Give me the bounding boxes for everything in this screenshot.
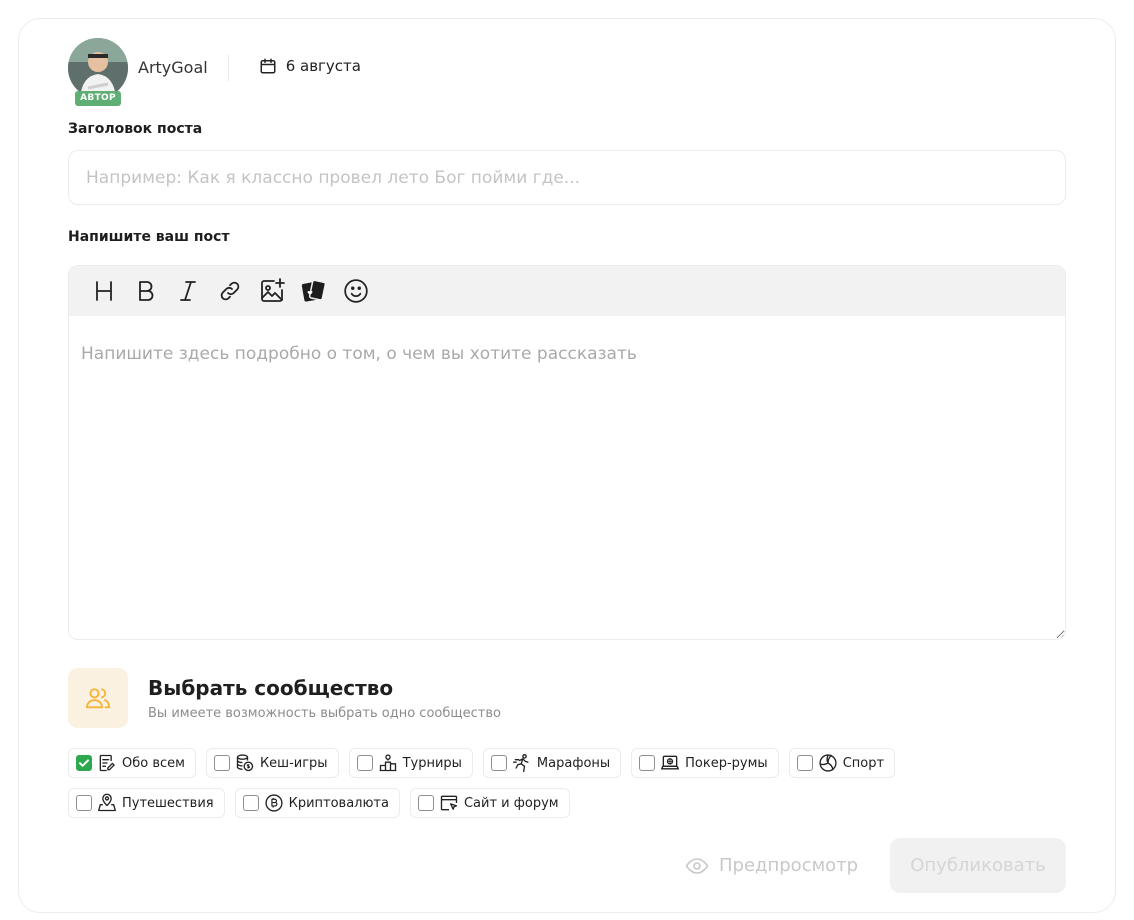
community-option-tournaments[interactable]: Турниры xyxy=(348,748,473,778)
preview-button[interactable]: Предпросмотр xyxy=(685,838,858,893)
avatar-wrap: АВТОР xyxy=(68,38,128,106)
editor-toolbar xyxy=(69,266,1065,316)
avatar[interactable] xyxy=(68,38,128,98)
community-option-label: Путешествия xyxy=(122,795,214,811)
eye-icon xyxy=(685,857,709,874)
community-option-sport[interactable]: Спорт xyxy=(788,748,896,778)
community-option-poker-rooms[interactable]: Покер-румы xyxy=(631,748,779,778)
checkbox[interactable] xyxy=(242,795,259,811)
link-icon[interactable] xyxy=(213,274,247,308)
post-date-text: 6 августа xyxy=(285,57,361,75)
community-subtitle: Вы имеете возможность выбрать одно сообщ… xyxy=(148,706,501,721)
post-body-label: Напишите ваш пост xyxy=(68,229,230,245)
post-title-label: Заголовок поста xyxy=(68,121,203,137)
users-icon xyxy=(68,668,128,728)
community-option-marathons[interactable]: Марафоны xyxy=(482,748,622,778)
author-row: АВТОР ArtyGoal 6 августа xyxy=(68,38,361,108)
community-option-label: Покер-румы xyxy=(685,755,768,771)
post-body-textarea[interactable] xyxy=(69,316,1065,639)
community-option-label: Турниры xyxy=(402,755,462,771)
post-body-editor xyxy=(68,265,1066,640)
image-add-icon[interactable] xyxy=(255,274,289,308)
laptop-poker-icon xyxy=(660,753,680,773)
community-title: Выбрать сообщество xyxy=(148,676,394,700)
community-option-label: Кеш-игры xyxy=(259,755,328,771)
checkbox[interactable] xyxy=(356,755,373,771)
community-option-obo-vsem[interactable]: Обо всем xyxy=(68,748,196,778)
bold-icon[interactable] xyxy=(129,274,163,308)
community-options-row-2: Путешествия Криптовалюта Сайт и форум xyxy=(68,788,1068,818)
community-option-label: Спорт xyxy=(842,755,885,771)
post-title-input[interactable] xyxy=(68,150,1066,205)
checkbox[interactable] xyxy=(639,755,656,771)
checkbox[interactable] xyxy=(76,795,92,811)
preview-label: Предпросмотр xyxy=(719,855,859,876)
bitcoin-icon xyxy=(264,793,284,813)
browser-cursor-icon xyxy=(439,793,459,813)
author-name[interactable]: ArtyGoal xyxy=(138,58,208,77)
calendar-icon xyxy=(260,58,276,74)
author-badge: АВТОР xyxy=(75,91,121,106)
community-option-site-forum[interactable]: Сайт и форум xyxy=(409,788,570,818)
heading-icon[interactable] xyxy=(87,274,121,308)
divider xyxy=(227,55,229,81)
coins-dollar-icon xyxy=(235,753,255,773)
checkbox-checked[interactable] xyxy=(76,755,92,771)
publish-button[interactable]: Опубликовать xyxy=(890,838,1066,893)
community-options-row-1: Обо всем Кеш-игры Турниры Марафоны Покер… xyxy=(68,748,1068,778)
podium-icon xyxy=(378,753,398,773)
volleyball-icon xyxy=(818,753,838,773)
cards-icon[interactable] xyxy=(297,274,331,308)
community-option-label: Марафоны xyxy=(536,755,611,771)
community-option-travel[interactable]: Путешествия xyxy=(68,788,225,818)
community-option-cash-games[interactable]: Кеш-игры xyxy=(205,748,339,778)
community-option-label: Обо всем xyxy=(122,755,185,771)
checkbox[interactable] xyxy=(417,795,434,811)
community-section: Выбрать сообщество Вы имеете возможность… xyxy=(68,668,501,728)
checkbox[interactable] xyxy=(796,755,813,771)
community-option-crypto[interactable]: Криптовалюта xyxy=(234,788,400,818)
location-pin-icon xyxy=(97,793,117,813)
checkbox[interactable] xyxy=(490,755,507,771)
notes-edit-icon xyxy=(97,753,117,773)
community-option-label: Сайт и форум xyxy=(463,795,559,811)
community-option-label: Криптовалюта xyxy=(288,795,389,811)
emoji-icon[interactable] xyxy=(339,274,373,308)
community-options: Обо всем Кеш-игры Турниры Марафоны Покер… xyxy=(68,748,1068,828)
checkbox[interactable] xyxy=(213,755,230,771)
runner-icon xyxy=(512,753,532,773)
community-text: Выбрать сообщество Вы имеете возможность… xyxy=(148,668,501,728)
post-date: 6 августа xyxy=(259,57,361,75)
italic-icon[interactable] xyxy=(171,274,205,308)
